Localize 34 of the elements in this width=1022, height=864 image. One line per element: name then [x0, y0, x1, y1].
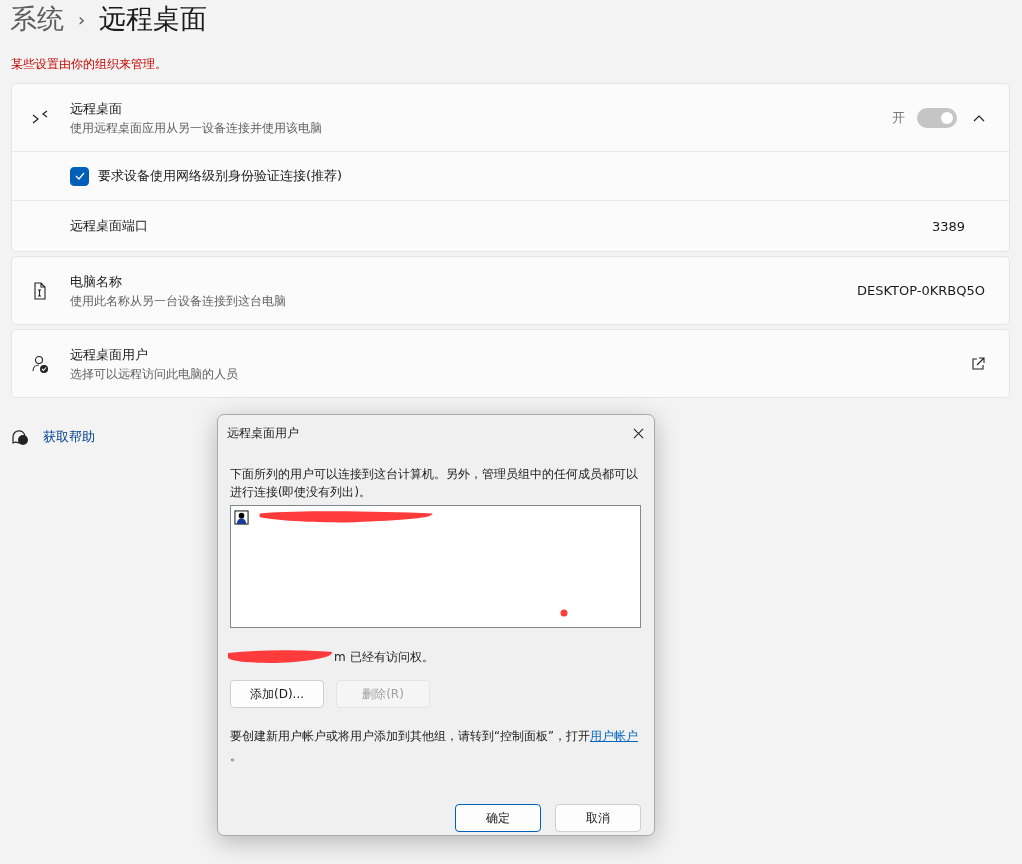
user-check-icon [30, 353, 50, 374]
setting-description: 使用远程桌面应用从另一设备连接并使用该电脑 [70, 120, 323, 136]
setting-title: 电脑名称 [70, 272, 123, 291]
ok-button[interactable]: 确定 [455, 804, 541, 832]
help-icon [11, 428, 29, 446]
footer-end: 。 [230, 749, 242, 763]
setting-description: 使用此名称从另一台设备连接到这台电脑 [70, 293, 287, 309]
dialog-title: 远程桌面用户 [227, 424, 299, 442]
port-value: 3389 [931, 218, 965, 234]
pc-name-value: DESKTOP-0KRBQ5O [857, 283, 985, 298]
breadcrumb-parent[interactable]: 系统 [10, 1, 64, 37]
external-link-icon[interactable] [971, 356, 985, 371]
setting-description: 选择可以远程访问此电脑的人员 [70, 366, 239, 382]
user-accounts-link[interactable]: 用户帐户 [589, 729, 638, 743]
setting-title: 远程桌面端口 [70, 217, 148, 235]
footer-text: 要创建新用户帐户或将用户添加到其他组，请转到“控制面板”，打开 [230, 729, 590, 743]
redaction-dot [560, 609, 568, 617]
setting-title: 远程桌面 [70, 99, 123, 118]
user-list[interactable] [230, 505, 641, 628]
dialog-description: 下面所列的用户可以连接到这台计算机。另外，管理员组中的任何成员都可以进行连接(即使没有列出)。 [230, 466, 639, 501]
checkbox-label: 要求设备使用网络级别身份验证连接(推荐) [98, 167, 343, 185]
managed-notice: 某些设置由你的组织来管理。 [11, 56, 168, 73]
breadcrumb-separator: › [78, 8, 86, 30]
setting-card[interactable]: 远程桌面用户 选择可以远程访问此电脑的人员 [11, 329, 1010, 398]
setting-title: 远程桌面用户 [70, 345, 149, 364]
toggle-label: 开 [892, 108, 905, 127]
cancel-button[interactable]: 取消 [555, 804, 641, 832]
page-title: 远程桌面 [99, 2, 208, 36]
close-icon[interactable] [633, 427, 644, 439]
check-icon [73, 170, 86, 182]
access-text: m 已经有访问权。 [334, 648, 434, 666]
help-link[interactable]: 获取帮助 [43, 428, 95, 446]
user-icon [234, 509, 249, 525]
dialog-button[interactable]: 添加(D)... [230, 680, 324, 708]
